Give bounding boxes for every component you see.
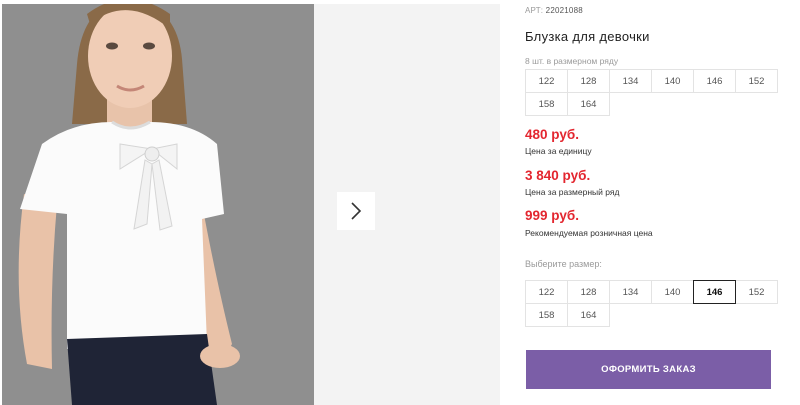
size-row-price: 3 840 руб. [525, 168, 591, 183]
unit-price-label: Цена за единицу [525, 146, 592, 156]
size-row-price-label: Цена за размерный ряд [525, 187, 620, 197]
product-photo-illustration [2, 4, 314, 405]
size-option-158[interactable]: 158 [525, 303, 568, 327]
retail-price: 999 руб. [525, 208, 579, 223]
size-row-cell: 122 [525, 69, 568, 93]
product-sku: АРТ: 22021088 [525, 6, 583, 15]
size-picker-label: Выберите размер: [525, 259, 602, 269]
size-option-128[interactable]: 128 [567, 280, 610, 304]
size-row-grid: 122 128 134 140 146 152 158 164 [525, 69, 778, 116]
size-row-cell: 164 [567, 92, 610, 116]
size-row-note: 8 шт. в размерном ряду [525, 56, 619, 66]
product-photo [2, 4, 314, 405]
size-row-cell: 146 [693, 69, 736, 93]
retail-price-label: Рекомендуемая розничная цена [525, 228, 653, 238]
gallery-next-button[interactable] [337, 192, 375, 230]
product-title: Блузка для девочки [525, 29, 650, 44]
sku-value: 22021088 [545, 6, 583, 15]
size-option-146-selected[interactable]: 146 [693, 280, 736, 304]
size-row-cell: 134 [609, 69, 652, 93]
order-button[interactable]: ОФОРМИТЬ ЗАКАЗ [526, 350, 771, 389]
size-picker: 122 128 134 140 146 152 158 164 [525, 280, 778, 327]
chevron-right-icon [351, 202, 362, 220]
size-option-122[interactable]: 122 [525, 280, 568, 304]
size-row-cell: 152 [735, 69, 778, 93]
unit-price: 480 руб. [525, 127, 579, 142]
size-option-164[interactable]: 164 [567, 303, 610, 327]
size-option-152[interactable]: 152 [735, 280, 778, 304]
sku-label: АРТ: [525, 6, 544, 15]
size-option-134[interactable]: 134 [609, 280, 652, 304]
size-row-cell: 140 [651, 69, 694, 93]
size-row-cell: 128 [567, 69, 610, 93]
size-option-140[interactable]: 140 [651, 280, 694, 304]
size-row-cell: 158 [525, 92, 568, 116]
